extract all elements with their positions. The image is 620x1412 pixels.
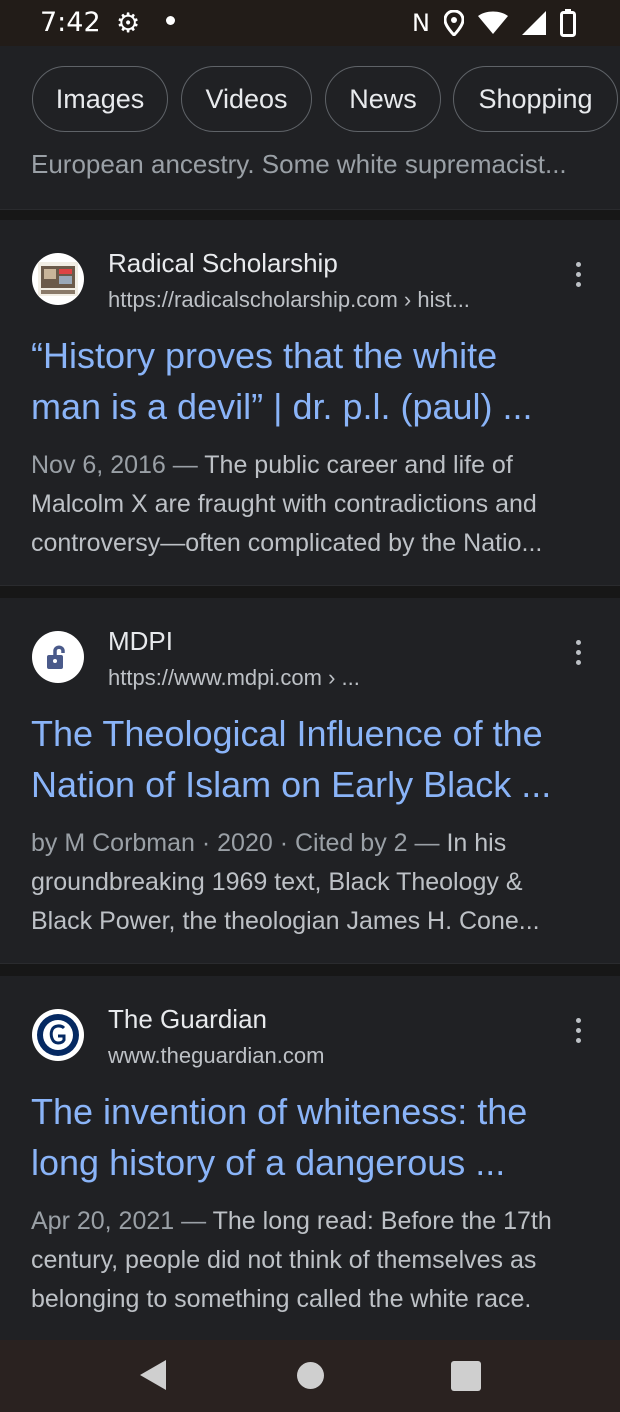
- previous-result-snippet: European ancestry. Some white supremacis…: [31, 149, 567, 179]
- title-line: The invention of whiteness: the: [31, 1091, 528, 1132]
- title-line: long history of a dangerous ...: [31, 1142, 506, 1183]
- more-options-icon[interactable]: [566, 254, 590, 294]
- snippet-text: Malcolm X are fraught with contradiction…: [31, 490, 537, 518]
- back-icon[interactable]: [140, 1360, 166, 1390]
- filter-chips-area: Images Videos News Shopping European anc…: [0, 46, 620, 209]
- search-result: MDPI https://www.mdpi.com › ... The Theo…: [0, 598, 620, 963]
- search-result: Radical Scholarship https://radicalschol…: [0, 220, 620, 585]
- title-line: Nation of Islam on Early Black ...: [31, 764, 552, 805]
- result-date: Nov 6, 2016 —: [31, 451, 205, 479]
- site-url[interactable]: www.theguardian.com: [108, 1043, 324, 1069]
- chip-videos[interactable]: Videos: [181, 66, 312, 132]
- title-line: man is a devil” | dr. p.l. (paul) ...: [31, 386, 533, 427]
- site-url[interactable]: https://www.mdpi.com › ...: [108, 665, 360, 691]
- more-options-icon[interactable]: [566, 632, 590, 672]
- result-divider: [0, 209, 620, 220]
- android-nav-bar: [0, 1340, 620, 1412]
- site-url[interactable]: https://radicalscholarship.com › hist...: [108, 287, 470, 313]
- recents-icon[interactable]: [451, 1361, 481, 1391]
- nfc-icon: N: [412, 9, 430, 37]
- result-snippet: Apr 20, 2021 — The long read: Before the…: [31, 1202, 601, 1319]
- result-meta: by M Corbman · 2020 · Cited by 2 —: [31, 829, 447, 857]
- result-title-link[interactable]: The Theological Influence of the Nation …: [31, 708, 601, 810]
- snippet-text: In his: [446, 829, 507, 857]
- result-title-link[interactable]: The invention of whiteness: the long his…: [31, 1086, 601, 1188]
- snippet-text: Black Power, the theologian James H. Con…: [31, 907, 540, 935]
- result-date: Apr 20, 2021 —: [31, 1207, 213, 1235]
- snippet-text: groundbreaking 1969 text, Black Theology…: [31, 868, 523, 896]
- status-bar: 7:42 ⚙ N: [0, 0, 620, 46]
- title-line: “History proves that the white: [31, 335, 498, 376]
- search-result: The Guardian www.theguardian.com The inv…: [0, 976, 620, 1340]
- result-divider: [0, 963, 620, 976]
- more-options-icon[interactable]: [566, 1010, 590, 1050]
- title-line: The Theological Influence of the: [31, 713, 543, 754]
- snippet-text: The long read: Before the 17th: [212, 1207, 552, 1235]
- battery-icon: [560, 9, 576, 37]
- radical-scholarship-logo: [32, 253, 84, 305]
- result-snippet: Nov 6, 2016 — The public career and life…: [31, 446, 601, 563]
- site-name: MDPI: [108, 626, 173, 656]
- snippet-text: The public career and life of: [204, 451, 513, 479]
- home-icon[interactable]: [297, 1362, 324, 1389]
- gear-icon: ⚙: [116, 8, 141, 38]
- site-name: Radical Scholarship: [108, 248, 338, 278]
- location-icon: [444, 10, 464, 36]
- chip-images[interactable]: Images: [32, 66, 168, 132]
- wifi-icon: [478, 11, 508, 34]
- signal-icon: [522, 11, 546, 35]
- chip-news[interactable]: News: [325, 66, 441, 132]
- guardian-logo: [32, 1009, 84, 1061]
- snippet-text: controversy—often complicated by the Nat…: [31, 529, 543, 557]
- status-icons: N: [412, 8, 576, 38]
- result-snippet: by M Corbman · 2020 · Cited by 2 — In hi…: [31, 824, 601, 941]
- dot-icon: [166, 16, 175, 25]
- snippet-text: century, people did not think of themsel…: [31, 1246, 537, 1274]
- chip-shopping[interactable]: Shopping: [453, 66, 618, 132]
- result-divider: [0, 585, 620, 598]
- site-name: The Guardian: [108, 1004, 267, 1034]
- snippet-text: belonging to something called the white …: [31, 1285, 532, 1313]
- result-title-link[interactable]: “History proves that the white man is a …: [31, 330, 601, 432]
- status-time: 7:42: [40, 7, 101, 38]
- mdpi-lock-icon: [32, 631, 84, 683]
